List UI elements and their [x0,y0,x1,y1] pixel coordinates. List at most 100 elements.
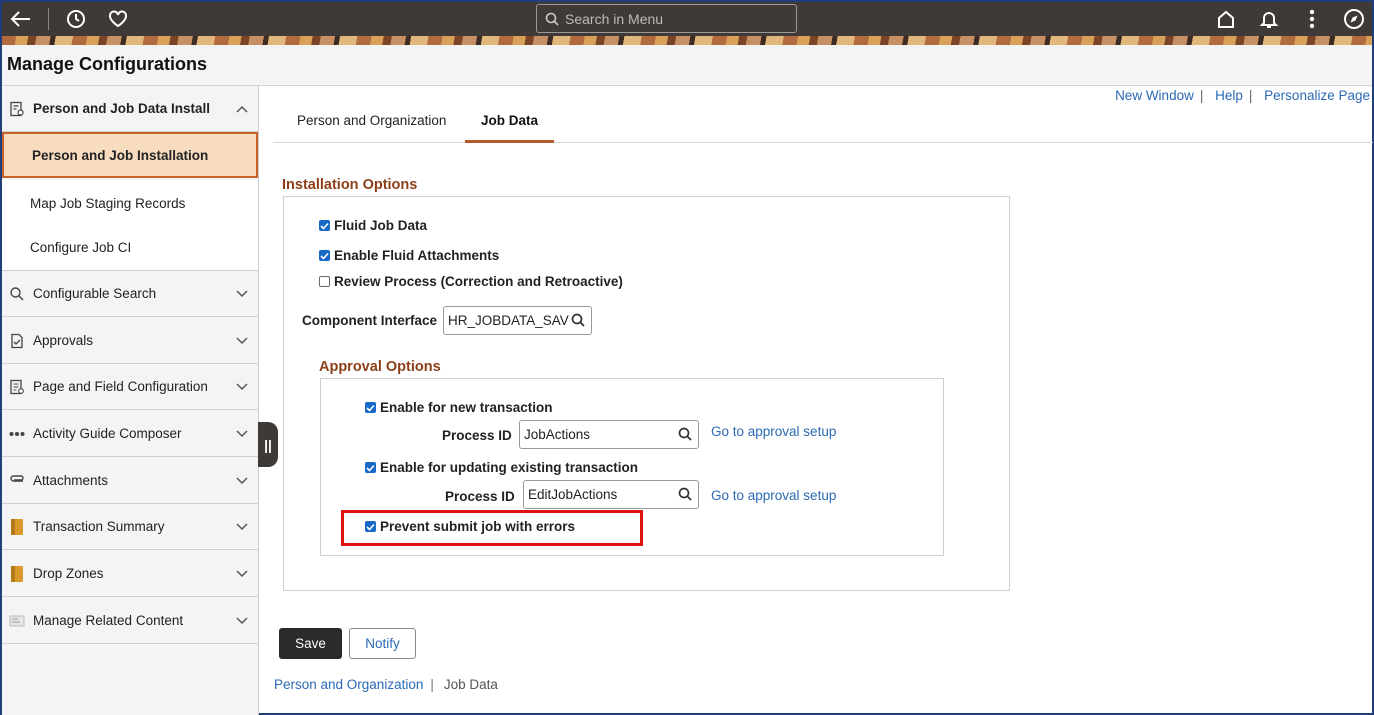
sidebar-group-configurable-search[interactable]: Configurable Search [2,271,258,317]
bottom-tab-links: Person and Organization | Job Data [274,677,498,692]
lookup-search-icon[interactable] [571,313,585,330]
chevron-up-icon[interactable] [236,101,248,116]
checkbox-checked[interactable] [319,250,330,261]
chevron-down-icon[interactable] [236,333,248,348]
decorative-banner [2,36,1372,45]
help-link[interactable]: Help [1215,88,1243,103]
enable-updating-transaction-checkbox-row[interactable]: Enable for updating existing transaction [365,460,638,475]
toolbar-divider [48,8,49,30]
sidebar-item-label: Map Job Staging Records [30,195,186,211]
lookup-search-icon[interactable] [678,427,692,444]
personalize-page-link[interactable]: Personalize Page [1264,88,1370,103]
sidebar-item-configure-job-ci[interactable]: Configure Job CI [2,225,258,271]
component-interface-value: HR_JOBDATA_SAV [448,313,569,328]
enable-new-transaction-checkbox-row[interactable]: Enable for new transaction [365,400,553,415]
sidebar-group-attachments[interactable]: Attachments [2,458,258,504]
dots-icon [8,425,26,443]
sidebar-group-drop-zones[interactable]: Drop Zones [2,551,258,597]
navbar-compass-icon[interactable] [1342,7,1366,31]
sidebar-group-approvals[interactable]: Approvals [2,318,258,364]
process-id-label: Process ID [442,428,512,443]
checkbox-checked[interactable] [365,402,376,413]
sidebar-collapse-handle[interactable]: || [258,422,278,467]
update-process-id-value: EditJobActions [528,487,618,502]
sidebar-group-label: Attachments [33,473,109,488]
sidebar-group-label: Configurable Search [33,286,157,301]
paperclip-icon [8,472,26,490]
job-data-current-label: Job Data [443,677,498,692]
notify-button[interactable]: Notify [349,628,416,659]
sidebar-group-label: Activity Guide Composer [33,426,182,441]
page-header: Manage Configurations [2,45,1372,86]
chevron-down-icon[interactable] [236,519,248,534]
chevron-down-icon[interactable] [236,473,248,488]
recent-history-icon[interactable] [64,7,88,31]
sidebar-navigation: Person and Job Data Install Person and J… [2,86,259,715]
folder-icon [8,565,26,583]
new-window-link[interactable]: New Window [1115,88,1194,103]
sidebar-group-manage-related-content[interactable]: Manage Related Content [2,598,258,644]
sidebar-group-person-job-data-install[interactable]: Person and Job Data Install [2,86,258,132]
component-interface-field[interactable]: HR_JOBDATA_SAV [443,306,592,335]
sidebar-group-activity-guide-composer[interactable]: Activity Guide Composer [2,411,258,457]
process-id-label: Process ID [445,489,515,504]
go-to-approval-setup-link[interactable]: Go to approval setup [711,424,836,439]
fluid-job-data-label: Fluid Job Data [334,218,428,233]
sidebar-item-person-job-installation[interactable]: Person and Job Installation [2,132,258,178]
sidebar-item-map-job-staging-records[interactable]: Map Job Staging Records [2,180,258,226]
search-placeholder: Search in Menu [565,10,664,27]
tab-label: Job Data [481,113,539,128]
new-process-id-field[interactable]: JobActions [519,420,699,449]
sidebar-item-label: Person and Job Installation [32,147,209,163]
sidebar-group-label: Person and Job Data Install [33,101,211,116]
enable-new-transaction-label: Enable for new transaction [380,400,553,415]
checkbox-unchecked[interactable] [319,276,330,287]
sidebar-group-transaction-summary[interactable]: Transaction Summary [2,504,258,550]
top-navigation-bar: Search in Menu [2,2,1372,36]
installation-options-title: Installation Options [282,177,418,193]
new-process-id-value: JobActions [524,427,591,442]
review-process-label: Review Process (Correction and Retroacti… [334,274,623,289]
update-process-id-field[interactable]: EditJobActions [523,480,699,509]
person-organization-link[interactable]: Person and Organization [274,677,423,692]
chevron-down-icon[interactable] [236,379,248,394]
more-actions-icon[interactable] [1300,7,1324,31]
red-highlight-box [341,510,643,546]
go-to-approval-setup-link[interactable]: Go to approval setup [711,488,836,503]
chevron-down-icon[interactable] [236,286,248,301]
chevron-down-icon[interactable] [236,613,248,628]
link-separator: | [1248,88,1253,103]
sidebar-group-page-field-configuration[interactable]: Page and Field Configuration [2,364,258,410]
page-config-icon [8,378,26,396]
checkbox-checked[interactable] [365,462,376,473]
fluid-job-data-checkbox-row[interactable]: Fluid Job Data [319,218,427,233]
back-arrow-icon[interactable] [9,7,33,31]
tab-bar: Person and Organization Job Data [273,102,1373,143]
page-title: Manage Configurations [7,54,208,74]
chevron-down-icon[interactable] [236,566,248,581]
page-utility-links: New Window | Help | Personalize Page [1115,88,1370,103]
sidebar-group-label: Drop Zones [33,566,104,581]
enable-fluid-attachments-checkbox-row[interactable]: Enable Fluid Attachments [319,248,499,263]
approval-options-title: Approval Options [319,359,441,375]
sidebar-group-label: Manage Related Content [33,613,184,628]
drag-handle-icon: || [264,436,272,453]
search-menu-input[interactable]: Search in Menu [536,4,797,33]
tab-job-data[interactable]: Job Data [465,113,555,143]
enable-fluid-attachments-label: Enable Fluid Attachments [334,248,500,263]
document-gear-icon [8,100,26,118]
link-separator: | [430,677,434,692]
save-button[interactable]: Save [279,628,342,659]
link-separator: | [1199,88,1204,103]
lookup-search-icon[interactable] [678,487,692,504]
checkbox-checked[interactable] [319,220,330,231]
home-icon[interactable] [1214,7,1238,31]
notifications-bell-icon[interactable] [1257,7,1281,31]
sidebar-group-label: Page and Field Configuration [33,379,208,394]
favorites-heart-icon[interactable] [106,7,130,31]
chevron-down-icon[interactable] [236,426,248,441]
sidebar-item-label: Configure Job CI [30,240,132,255]
review-process-checkbox-row[interactable]: Review Process (Correction and Retroacti… [319,274,623,289]
tab-person-and-organization[interactable]: Person and Organization [297,113,446,143]
sidebar-group-label: Approvals [33,333,94,348]
